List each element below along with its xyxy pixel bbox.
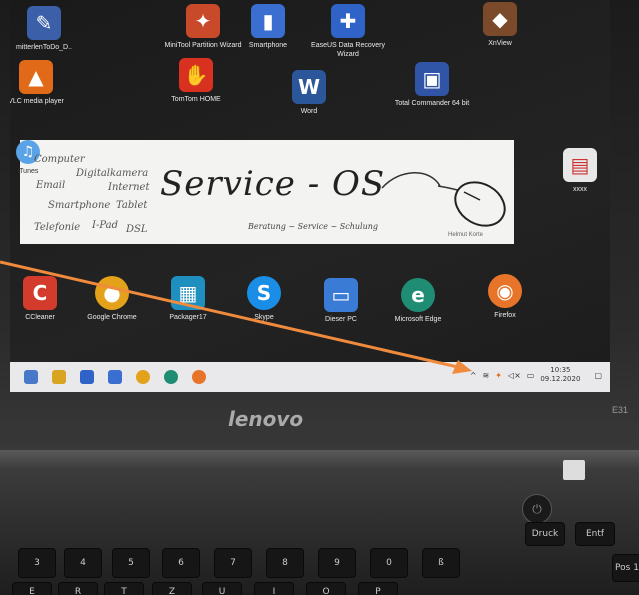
- totalcommander-icon: ▣: [415, 62, 449, 96]
- key-6[interactable]: 6: [162, 548, 200, 578]
- key-5[interactable]: 5: [112, 548, 150, 578]
- taskbar-clock[interactable]: 10:35 09.12.2020: [540, 366, 580, 384]
- mouse-drawing-icon: [381, 172, 506, 227]
- minitool-icon: ✦: [186, 4, 220, 38]
- key-r[interactable]: R: [58, 582, 98, 595]
- notepad-icon: ✎: [27, 6, 61, 40]
- service-os-banner: ♫ iTunes Computer Digitalkamera Email In…: [16, 140, 514, 244]
- banner-tagline: Beratung ~ Service ~ Schulung: [248, 222, 379, 231]
- edge-taskbar-icon[interactable]: [164, 370, 178, 384]
- this-pc-icon: ▭: [324, 278, 358, 312]
- usb-sticker: [563, 460, 585, 480]
- desktop-icon-firefox[interactable]: ◉ Firefox: [465, 274, 545, 320]
- key-sz[interactable]: ß: [422, 548, 460, 578]
- desktop-icon-word[interactable]: W Word: [269, 70, 349, 116]
- taskbar: ^ ≋ ✦ ◁× ▭ 10:35 09.12.2020 ▢: [10, 362, 610, 392]
- pdf-file-icon: ▤: [563, 148, 597, 182]
- key-u[interactable]: U: [202, 582, 242, 595]
- key-4[interactable]: 4: [64, 548, 102, 578]
- banner-author: Helmut Korte: [448, 232, 484, 238]
- key-0[interactable]: 0: [370, 548, 408, 578]
- chrome-icon: ●: [95, 276, 129, 310]
- desktop-icon-easeus[interactable]: ✚ EaseUS Data Recovery Wizard: [308, 4, 388, 59]
- easeus-icon: ✚: [331, 4, 365, 38]
- banner-word: Smartphone: [48, 200, 111, 211]
- edge-icon: e: [401, 278, 435, 312]
- key-druck[interactable]: Druck: [525, 522, 565, 546]
- desktop-icon-vlc[interactable]: ▲ VLC media player: [10, 60, 76, 106]
- desktop-icon-totalcommander[interactable]: ▣ Total Commander 64 bit: [392, 62, 472, 108]
- skype-icon: S: [247, 276, 281, 310]
- key-9[interactable]: 9: [318, 548, 356, 578]
- lenovo-logo: lenovo: [228, 407, 304, 431]
- key-7[interactable]: 7: [214, 548, 252, 578]
- banner-word: Telefonie: [34, 222, 81, 233]
- key-3[interactable]: 3: [18, 548, 56, 578]
- calendar-taskbar-icon[interactable]: [108, 370, 122, 384]
- banner-word: Internet: [108, 182, 150, 193]
- desktop-icon-xnview[interactable]: ◆ XnView: [460, 2, 540, 48]
- desktop-icon-packager[interactable]: ▦ Packager17: [148, 276, 228, 322]
- banner-word: I-Pad: [92, 220, 118, 231]
- banner-brand: Service - OS: [160, 164, 386, 204]
- explorer-taskbar-icon[interactable]: [52, 370, 66, 384]
- chrome-taskbar-icon[interactable]: [136, 370, 150, 384]
- desktop-icon-edge[interactable]: e Microsoft Edge: [378, 278, 458, 324]
- desktop-icon-skype[interactable]: S Skype: [224, 276, 304, 322]
- tray-app-icon[interactable]: ✦: [495, 371, 502, 380]
- banner-word: Email: [36, 180, 66, 191]
- desktop-icon-chrome[interactable]: ● Google Chrome: [72, 276, 152, 322]
- key-8[interactable]: 8: [266, 548, 304, 578]
- ccleaner-icon: C: [23, 276, 57, 310]
- packager-icon: ▦: [171, 276, 205, 310]
- key-e[interactable]: E: [12, 582, 52, 595]
- desktop-icon-pdf-file[interactable]: ▤ xxxx: [540, 148, 610, 194]
- key-p[interactable]: P: [358, 582, 398, 595]
- key-t[interactable]: T: [104, 582, 144, 595]
- key-entf[interactable]: Entf: [575, 522, 615, 546]
- model-label: E31: [612, 405, 629, 415]
- mail-taskbar-icon[interactable]: [80, 370, 94, 384]
- power-button[interactable]: ⏻: [522, 494, 552, 524]
- key-i[interactable]: I: [254, 582, 294, 595]
- desktop-icon-ccleaner[interactable]: C CCleaner: [10, 276, 80, 322]
- key-o[interactable]: O: [306, 582, 346, 595]
- firefox-taskbar-icon[interactable]: [192, 370, 206, 384]
- speaker-muted-icon[interactable]: ◁×: [508, 371, 521, 380]
- key-pos1[interactable]: Pos 1: [612, 554, 639, 582]
- banner-word: Digitalkamera: [76, 168, 149, 179]
- tray-caret-icon[interactable]: ^: [470, 371, 477, 380]
- desktop-icon-smartphone[interactable]: ▮ Smartphone: [228, 4, 308, 50]
- desktop-icon-this-pc[interactable]: ▭ Dieser PC: [301, 278, 381, 324]
- notification-icon[interactable]: ▢: [594, 371, 602, 380]
- firefox-icon: ◉: [488, 274, 522, 308]
- banner-word: Tablet: [116, 200, 148, 211]
- xnview-icon: ◆: [483, 2, 517, 36]
- start-icon[interactable]: [24, 370, 38, 384]
- word-icon: W: [292, 70, 326, 104]
- tomtom-icon: ✋: [179, 58, 213, 92]
- battery-icon[interactable]: ▭: [527, 371, 535, 380]
- vlc-icon: ▲: [19, 60, 53, 94]
- banner-word: Computer: [34, 154, 85, 165]
- desktop-icon-tomtom[interactable]: ✋ TomTom HOME: [156, 58, 236, 104]
- network-icon[interactable]: ≋: [483, 371, 490, 380]
- banner-word: DSL: [126, 224, 148, 235]
- key-z[interactable]: Z: [152, 582, 192, 595]
- system-tray: ^ ≋ ✦ ◁× ▭ 10:35 09.12.2020 ▢: [470, 366, 602, 384]
- smartphone-icon: ▮: [251, 4, 285, 38]
- desktop-icon-notepad[interactable]: ✎ mitterlenToDo_D..: [10, 6, 84, 52]
